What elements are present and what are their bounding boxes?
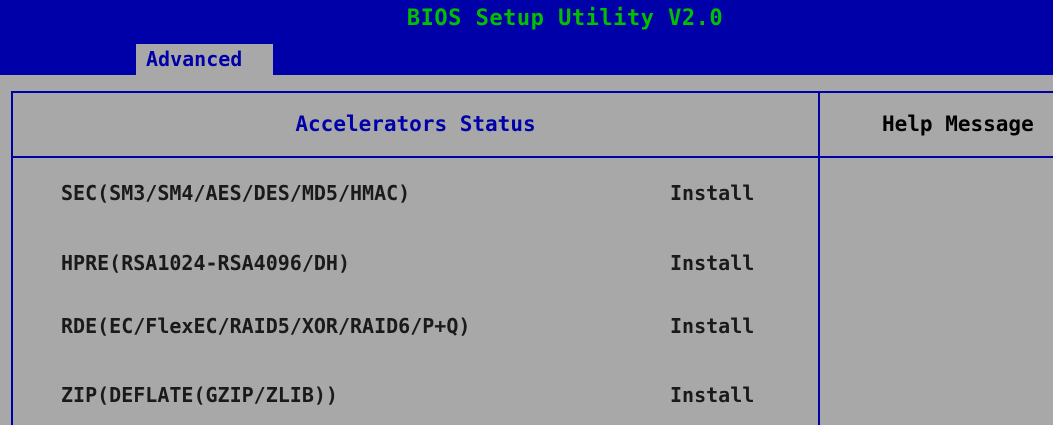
setting-label: ZIP(DEFLATE(GZIP/ZLIB)) bbox=[61, 383, 338, 407]
setting-label: SEC(SM3/SM4/AES/DES/MD5/HMAC) bbox=[61, 181, 411, 205]
setting-value: Install bbox=[670, 314, 755, 338]
main-panel: Accelerators Status Help Message SEC(SM3… bbox=[0, 75, 1053, 425]
setting-row-zip[interactable]: ZIP(DEFLATE(GZIP/ZLIB)) Install bbox=[13, 375, 818, 415]
section-title: Accelerators Status bbox=[295, 112, 536, 136]
setting-value: Install bbox=[670, 181, 755, 205]
title-bar: BIOS Setup Utility V2.0 Advanced bbox=[0, 0, 1053, 75]
divider-header bbox=[11, 156, 1053, 158]
setting-label: HPRE(RSA1024-RSA4096/DH) bbox=[61, 251, 350, 275]
help-title: Help Message bbox=[882, 112, 1034, 136]
setting-label: RDE(EC/FlexEC/RAID5/XOR/RAID6/P+Q) bbox=[61, 314, 471, 338]
setting-row-rde[interactable]: RDE(EC/FlexEC/RAID5/XOR/RAID6/P+Q) Insta… bbox=[13, 306, 818, 346]
setting-value: Install bbox=[670, 383, 755, 407]
setting-value: Install bbox=[670, 251, 755, 275]
window-title: BIOS Setup Utility V2.0 bbox=[406, 6, 724, 31]
setting-row-sec[interactable]: SEC(SM3/SM4/AES/DES/MD5/HMAC) Install bbox=[13, 173, 818, 213]
tab-advanced[interactable]: Advanced bbox=[136, 44, 273, 75]
setting-row-hpre[interactable]: HPRE(RSA1024-RSA4096/DH) Install bbox=[13, 243, 818, 283]
